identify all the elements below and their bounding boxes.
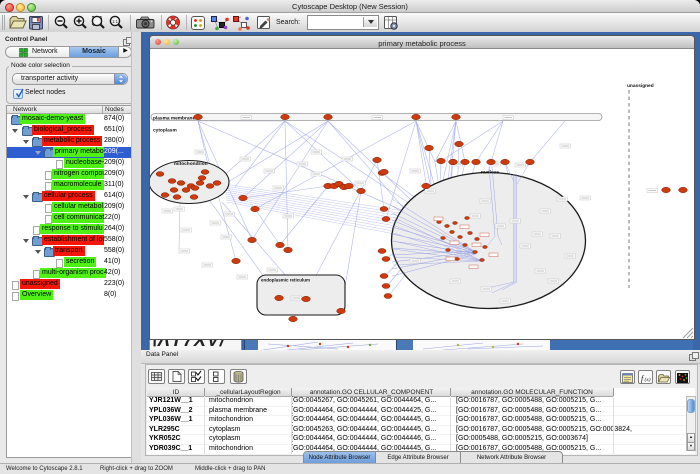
svg-text:endoplasmic reticulum: endoplasmic reticulum — [261, 278, 310, 283]
svg-text:mitochondrion: mitochondrion — [174, 161, 208, 167]
svg-text:1:1: 1:1 — [112, 19, 118, 24]
svg-text:cytoplasm: cytoplasm — [153, 128, 177, 134]
svg-text:unassigned: unassigned — [627, 83, 654, 89]
svg-text:(x): (x) — [645, 376, 651, 383]
svg-text:nucleus: nucleus — [481, 170, 499, 176]
svg-text:plasma membrane: plasma membrane — [153, 116, 195, 122]
